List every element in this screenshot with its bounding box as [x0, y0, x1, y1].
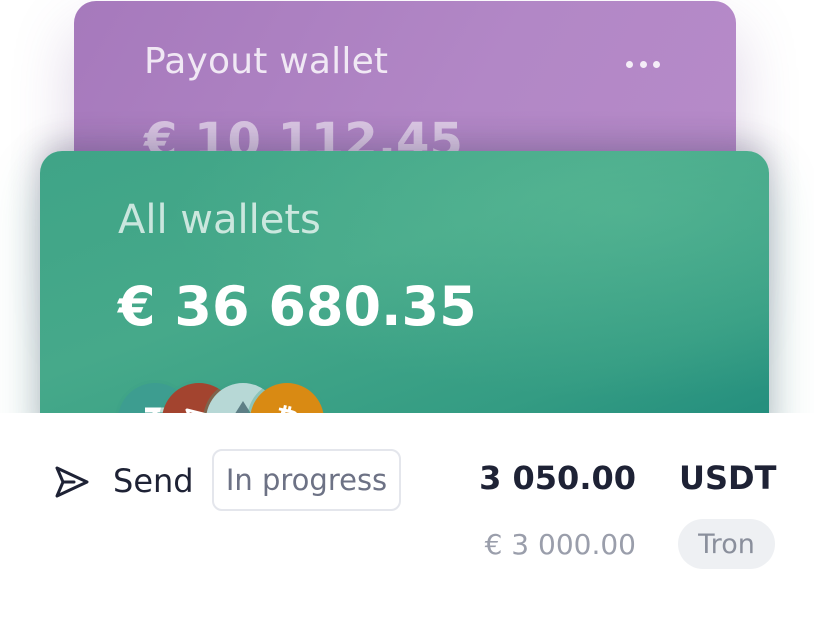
more-dot-icon	[653, 60, 660, 68]
all-wallets-card[interactable]: All wallets € 36 680.35 ₿	[40, 151, 769, 451]
wallet-stage: Payout wallet € 10 112.45 All wallets € …	[0, 0, 814, 643]
transaction-amount: 3 050.00	[479, 459, 636, 497]
transaction-type-label: Send	[113, 462, 194, 500]
all-wallets-title: All wallets	[118, 197, 321, 243]
transaction-currency: USDT	[679, 459, 777, 497]
transaction-fiat-amount: € 3 000.00	[484, 528, 636, 561]
more-dot-icon	[639, 60, 647, 68]
more-options-button[interactable]	[626, 56, 660, 72]
all-wallets-amount: € 36 680.35	[118, 275, 477, 338]
payout-wallet-title: Payout wallet	[144, 41, 389, 82]
status-badge: In progress	[212, 449, 401, 511]
send-icon	[54, 465, 90, 499]
more-dot-icon	[626, 60, 633, 68]
network-badge: Tron	[678, 519, 775, 569]
